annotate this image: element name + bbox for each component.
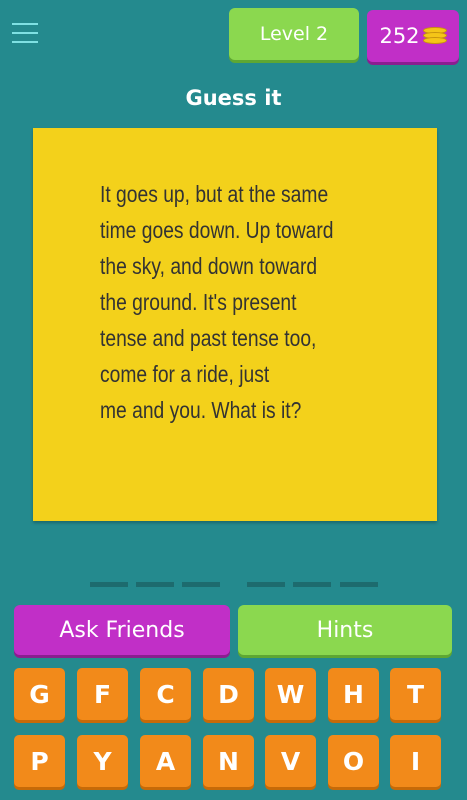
level-button[interactable]: Level 2 — [229, 8, 359, 60]
answer-slot[interactable] — [293, 582, 331, 587]
hints-button[interactable]: Hints — [238, 605, 452, 655]
key-letter[interactable]: V — [265, 735, 316, 787]
level-label: Level 2 — [259, 23, 329, 45]
answer-slot[interactable] — [136, 582, 174, 587]
key-letter[interactable]: H — [328, 668, 379, 720]
coin-stack-icon — [422, 27, 447, 45]
ask-friends-button[interactable]: Ask Friends — [14, 605, 230, 655]
key-letter[interactable]: A — [140, 735, 191, 787]
riddle-card: It goes up, but at the same time goes do… — [33, 128, 437, 521]
key-letter[interactable]: T — [390, 668, 441, 720]
answer-slot[interactable] — [182, 582, 220, 587]
key-letter[interactable]: I — [390, 735, 441, 787]
menu-icon[interactable] — [12, 23, 38, 45]
hints-label: Hints — [316, 617, 374, 643]
key-letter[interactable]: W — [265, 668, 316, 720]
key-letter[interactable]: O — [328, 735, 379, 787]
riddle-text: It goes up, but at the same time goes do… — [100, 181, 334, 423]
key-letter[interactable]: C — [140, 668, 191, 720]
key-letter[interactable]: G — [14, 668, 65, 720]
answer-slots — [0, 582, 467, 588]
coin-count: 252 — [379, 24, 420, 48]
key-letter[interactable]: N — [203, 735, 254, 787]
page-title: Guess it — [185, 86, 282, 110]
key-letter[interactable]: Y — [77, 735, 128, 787]
key-letter[interactable]: D — [203, 668, 254, 720]
coins-button[interactable]: 252 — [367, 10, 459, 62]
key-letter[interactable]: P — [14, 735, 65, 787]
answer-slot[interactable] — [340, 582, 378, 587]
answer-slot[interactable] — [90, 582, 128, 587]
key-letter[interactable]: F — [77, 668, 128, 720]
answer-slot[interactable] — [247, 582, 285, 587]
ask-friends-label: Ask Friends — [59, 617, 185, 643]
